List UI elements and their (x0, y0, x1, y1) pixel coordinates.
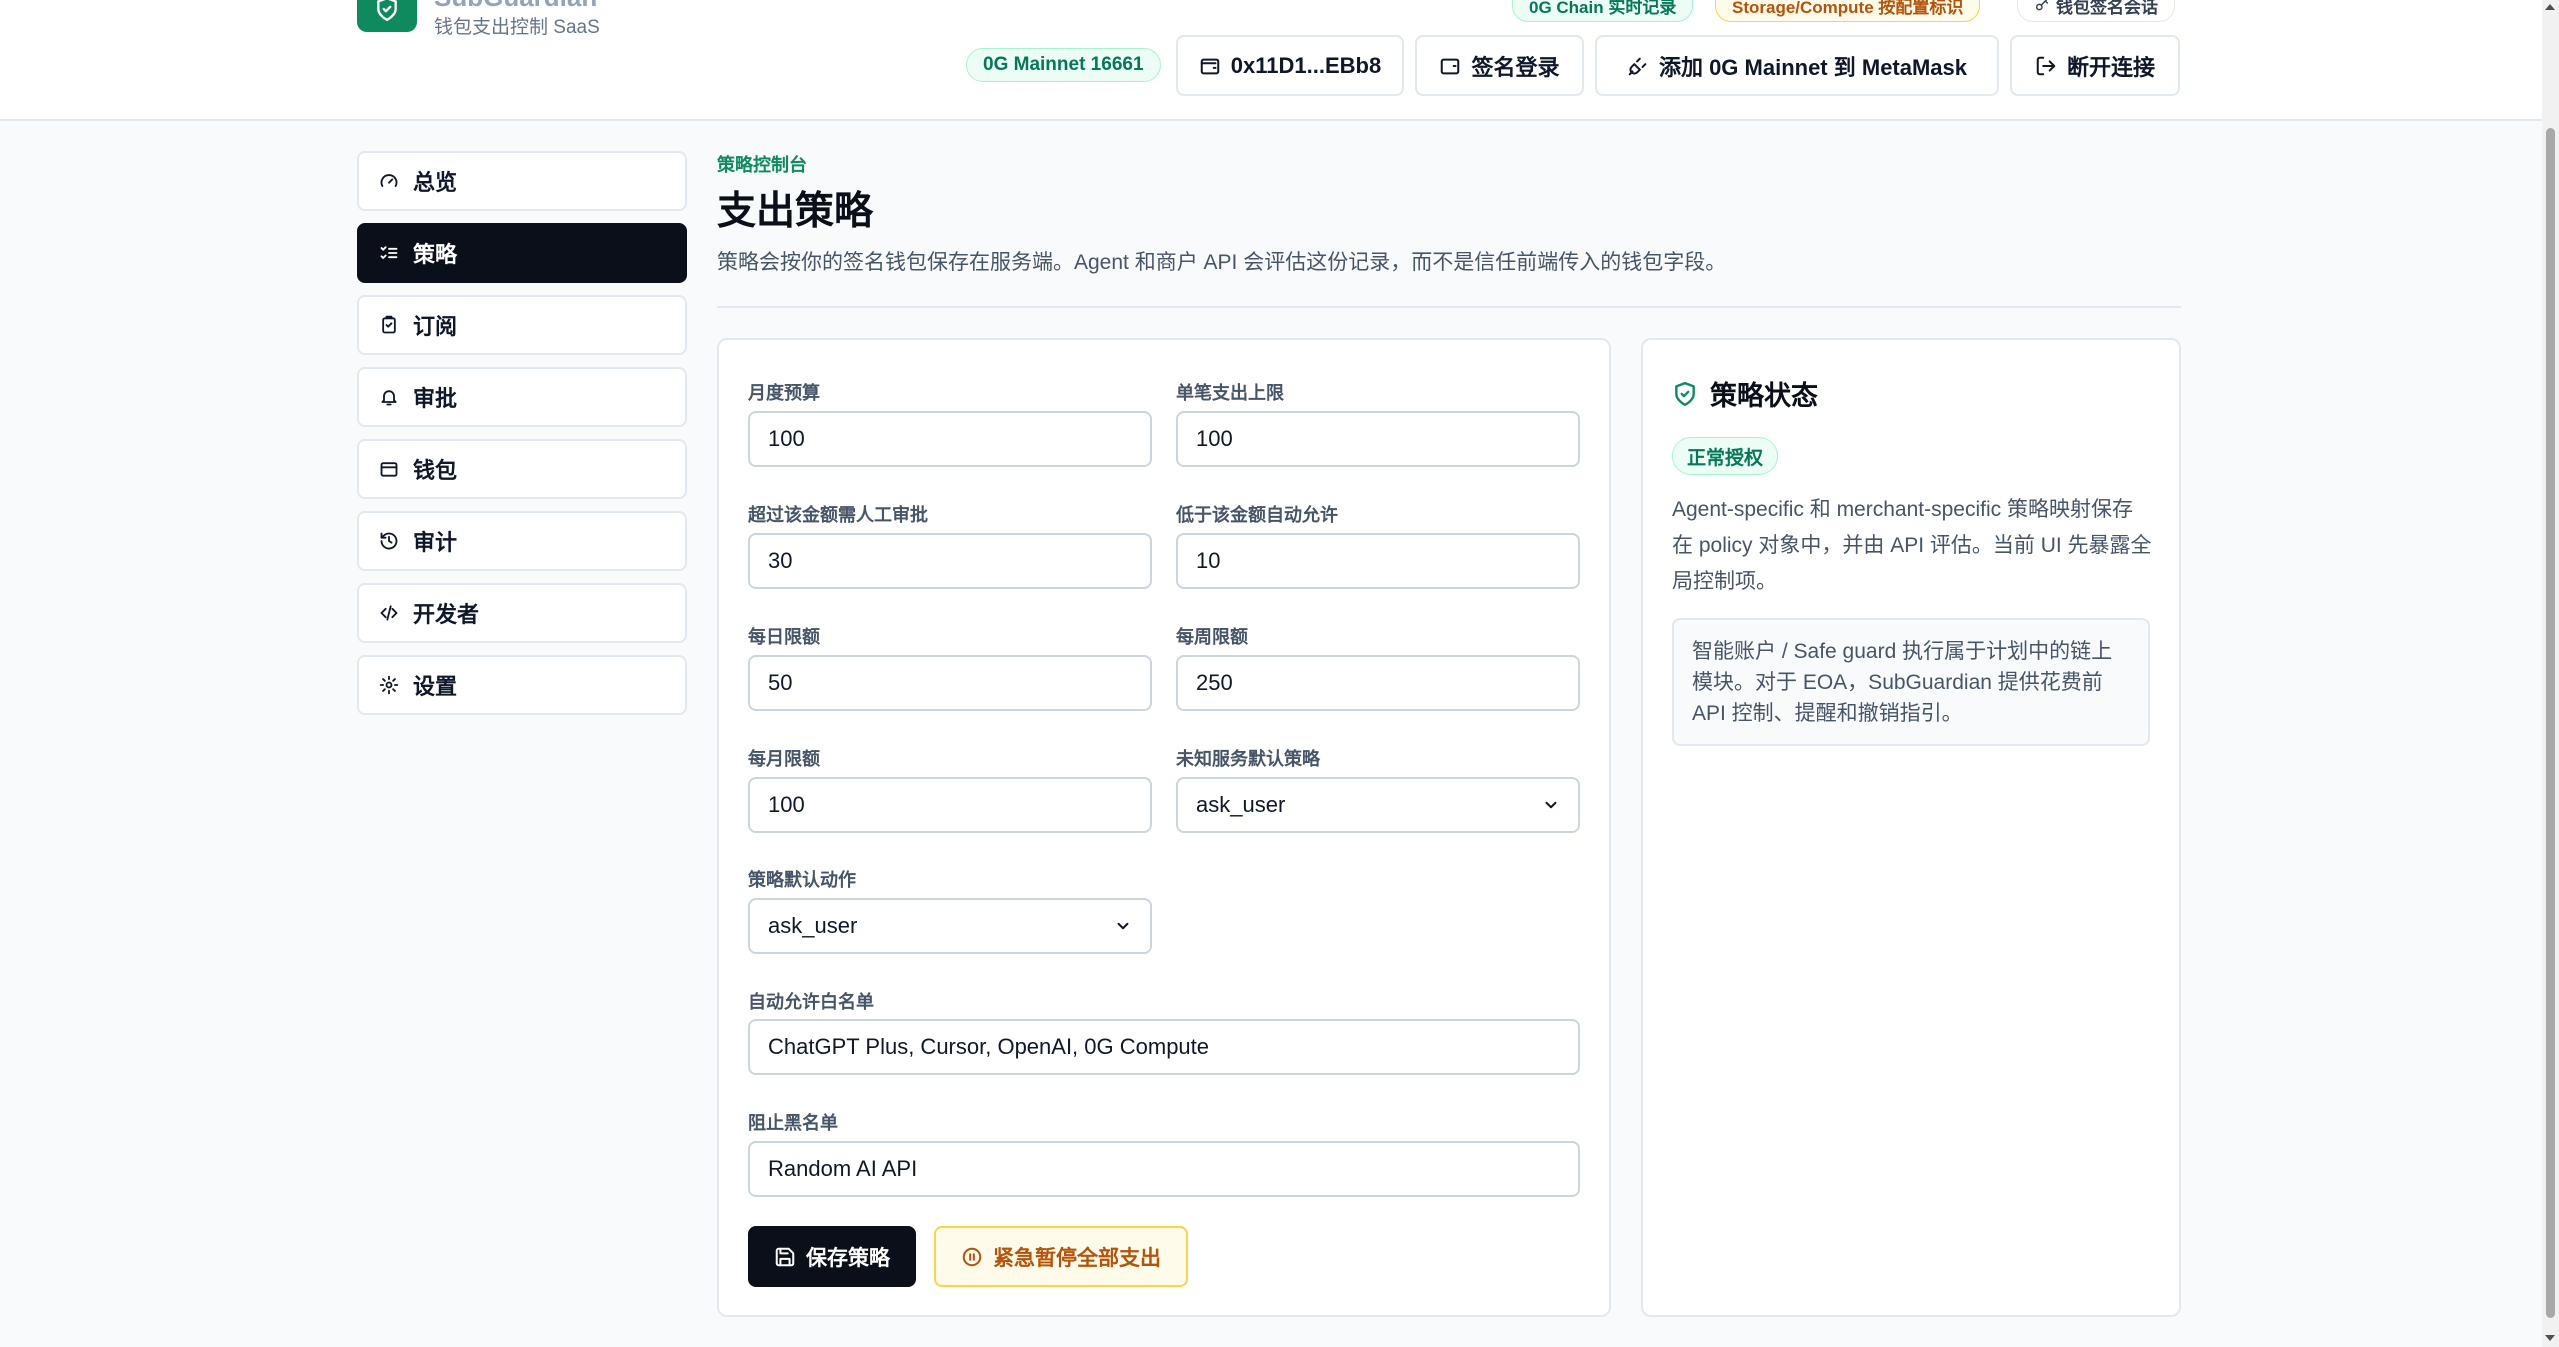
status-badge: 正常授权 (1672, 437, 1779, 475)
disconnect-button[interactable]: 断开连接 (2010, 35, 2180, 96)
sign-in-label: 签名登录 (1471, 54, 1560, 80)
monthly-limit-input[interactable]: 100 (748, 777, 1152, 833)
weekly-limit-input[interactable]: 250 (1176, 655, 1580, 711)
scrollbar-thumb[interactable] (2546, 128, 2555, 1318)
wallet-icon (1200, 58, 1220, 74)
default-action-value: ask_user (768, 913, 858, 938)
log-out-icon (2036, 56, 2056, 75)
wallet-icon (1441, 58, 1460, 74)
sidebar-item-policy[interactable]: 策略 (357, 223, 687, 283)
blocklist-label: 阻止黑名单 (748, 1113, 838, 1133)
manual-review-input[interactable]: 30 (748, 533, 1152, 589)
sidebar-item-label: 订阅 (413, 314, 458, 339)
list-checks-icon (380, 246, 398, 260)
wallet-icon (380, 462, 398, 477)
sidebar-item-label: 策略 (413, 242, 458, 267)
save-icon (775, 1247, 795, 1266)
wallet-session-pill: 钱包签名会话 (2017, 0, 2175, 22)
save-policy-label: 保存策略 (806, 1246, 890, 1270)
brand-logo (357, 0, 417, 32)
scroll-up-arrow[interactable] (2545, 4, 2555, 10)
sidebar-item-label: 开发者 (413, 602, 480, 627)
sidebar-item-label: 设置 (413, 674, 458, 699)
sidebar-item-subscriptions[interactable]: 订阅 (357, 295, 687, 355)
sidebar-item-label: 钱包 (413, 458, 458, 483)
add-network-button[interactable]: 添加 0G Mainnet 到 MetaMask (1595, 35, 1999, 96)
monthly-limit-label: 每月限额 (748, 749, 820, 769)
disconnect-label: 断开连接 (2066, 54, 2155, 80)
single-limit-label: 单笔支出上限 (1176, 383, 1284, 403)
wallet-session-label: 钱包签名会话 (2056, 0, 2158, 17)
storage-compute-pill: Storage/Compute 按配置标识 (1715, 0, 1981, 22)
add-network-label: 添加 0G Mainnet 到 MetaMask (1658, 54, 1968, 80)
allowlist-input[interactable]: ChatGPT Plus, Cursor, OpenAI, 0G Compute (748, 1019, 1580, 1075)
sidebar-item-overview[interactable]: 总览 (357, 151, 687, 211)
sidebar-item-audit[interactable]: 审计 (357, 511, 687, 571)
unknown-service-policy-value: ask_user (1196, 792, 1286, 817)
policy-status-card (1641, 338, 2181, 1317)
clipboard-icon (382, 315, 396, 334)
status-title-label: 策略状态 (1710, 381, 1818, 411)
shield-check-icon (1675, 381, 1695, 406)
default-action-label: 策略默认动作 (748, 870, 856, 890)
top-header: SubGuardian 钱包支出控制 SaaS 0G Chain 实时记录 St… (0, 0, 2542, 121)
brand-subtitle: 钱包支出控制 SaaS (434, 17, 600, 38)
bell-icon (381, 390, 397, 406)
sidebar-item-label: 审计 (413, 530, 458, 555)
monthly-budget-label: 月度预算 (748, 383, 820, 403)
unknown-service-policy-label: 未知服务默认策略 (1176, 749, 1320, 769)
code-icon (380, 605, 398, 621)
sign-in-button[interactable]: 签名登录 (1415, 35, 1584, 96)
sidebar-item-label: 审批 (413, 386, 458, 411)
emergency-pause-button[interactable]: 紧急暂停全部支出 (934, 1226, 1188, 1287)
pause-circle-icon (962, 1247, 982, 1266)
weekly-limit-label: 每周限额 (1176, 627, 1248, 647)
sidebar-item-developer[interactable]: 开发者 (357, 583, 687, 643)
network-badge: 0G Mainnet 16661 (966, 48, 1161, 82)
sidebar-item-wallet[interactable]: 钱包 (357, 439, 687, 499)
auto-allow-label: 低于该金额自动允许 (1176, 505, 1338, 525)
sidebar-item-settings[interactable]: 设置 (357, 655, 687, 715)
sidebar-item-label: 总览 (413, 170, 458, 195)
gear-icon (379, 675, 399, 695)
chevron-down-icon (1545, 801, 1557, 809)
status-note: 智能账户 / Safe guard 执行属于计划中的链上模块。对于 EOA，Su… (1672, 618, 2150, 746)
wallet-address-button[interactable]: 0x11D1...EBb8 (1176, 35, 1404, 96)
page-eyebrow: 策略控制台 (717, 155, 807, 175)
gauge-icon (380, 174, 398, 187)
manual-review-label: 超过该金额需人工审批 (748, 505, 928, 525)
status-description: Agent-specific 和 merchant-specific 策略映射保… (1672, 498, 2152, 593)
page-description: 策略会按你的签名钱包保存在服务端。Agent 和商户 API 会评估这份记录，而… (717, 251, 1727, 274)
chevron-down-icon (1117, 922, 1129, 930)
status-title: 策略状态 (1672, 374, 1818, 413)
default-action-select[interactable]: ask_user (748, 898, 1152, 954)
daily-limit-input[interactable]: 50 (748, 655, 1152, 711)
key-icon (2035, 0, 2049, 11)
shield-check-icon (377, 0, 397, 22)
history-icon (380, 532, 398, 550)
sidebar-item-approvals[interactable]: 审批 (357, 367, 687, 427)
scroll-down-arrow[interactable] (2545, 1335, 2555, 1341)
daily-limit-label: 每日限额 (748, 627, 820, 647)
unknown-service-policy-select[interactable]: ask_user (1176, 777, 1580, 833)
header-divider (717, 306, 2181, 308)
chain-record-pill: 0G Chain 实时记录 (1512, 0, 1694, 22)
emergency-pause-label: 紧急暂停全部支出 (993, 1246, 1161, 1270)
save-policy-button[interactable]: 保存策略 (748, 1226, 916, 1287)
page-title: 支出策略 (717, 190, 874, 233)
monthly-budget-input[interactable]: 100 (748, 411, 1152, 467)
blocklist-input[interactable]: Random AI API (748, 1141, 1580, 1197)
allowlist-label: 自动允许白名单 (748, 992, 874, 1012)
plug-icon (1628, 57, 1647, 75)
single-limit-input[interactable]: 100 (1176, 411, 1580, 467)
wallet-address-label: 0x11D1...EBb8 (1230, 52, 1382, 78)
auto-allow-input[interactable]: 10 (1176, 533, 1580, 589)
